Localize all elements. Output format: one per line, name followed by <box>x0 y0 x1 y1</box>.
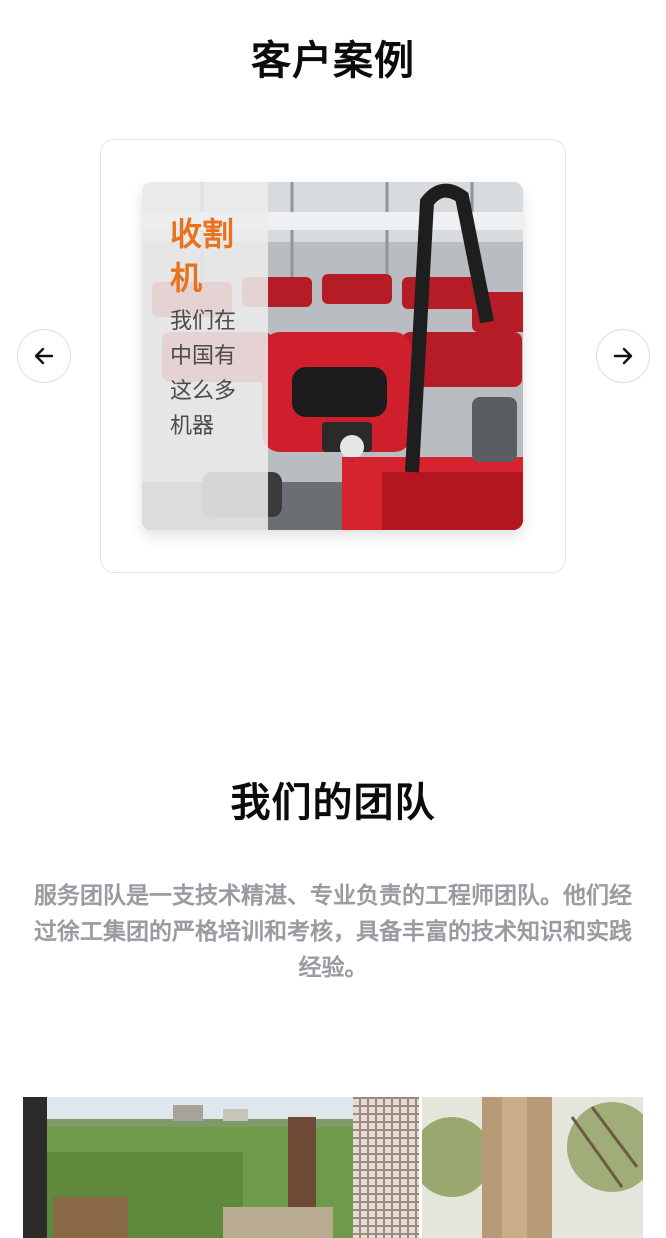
team-description: 服务团队是一支技术精湛、专业负责的工程师团队。他们经过徐工集团的严格培训和考核，… <box>34 883 632 981</box>
carousel-next-button[interactable] <box>596 329 650 383</box>
slide-description: 我们在中国有这么多机器 <box>170 309 237 439</box>
carousel-prev-button[interactable] <box>17 329 71 383</box>
team-tree-image <box>422 1097 643 1238</box>
case-slide-image[interactable]: 收割机 我们在中国有这么多机器 <box>142 182 523 530</box>
arrow-left-icon <box>34 347 54 365</box>
team-field-image <box>23 1097 419 1238</box>
slide-caption-panel: 收割机 我们在中国有这么多机器 <box>142 182 268 530</box>
arrow-right-icon <box>613 347 633 365</box>
team-title: 我们的团队 <box>230 780 436 826</box>
team-photo-field[interactable] <box>23 1097 419 1238</box>
team-photo-tree[interactable] <box>422 1097 643 1238</box>
slide-heading: 收割机 <box>170 215 235 297</box>
customer-cases-title: 客户案例 <box>251 38 415 84</box>
page: 客户案例 收割机 我们在中国有这么多机器 我们的团队 服务团队是一支技术精湛、专… <box>0 0 666 1238</box>
